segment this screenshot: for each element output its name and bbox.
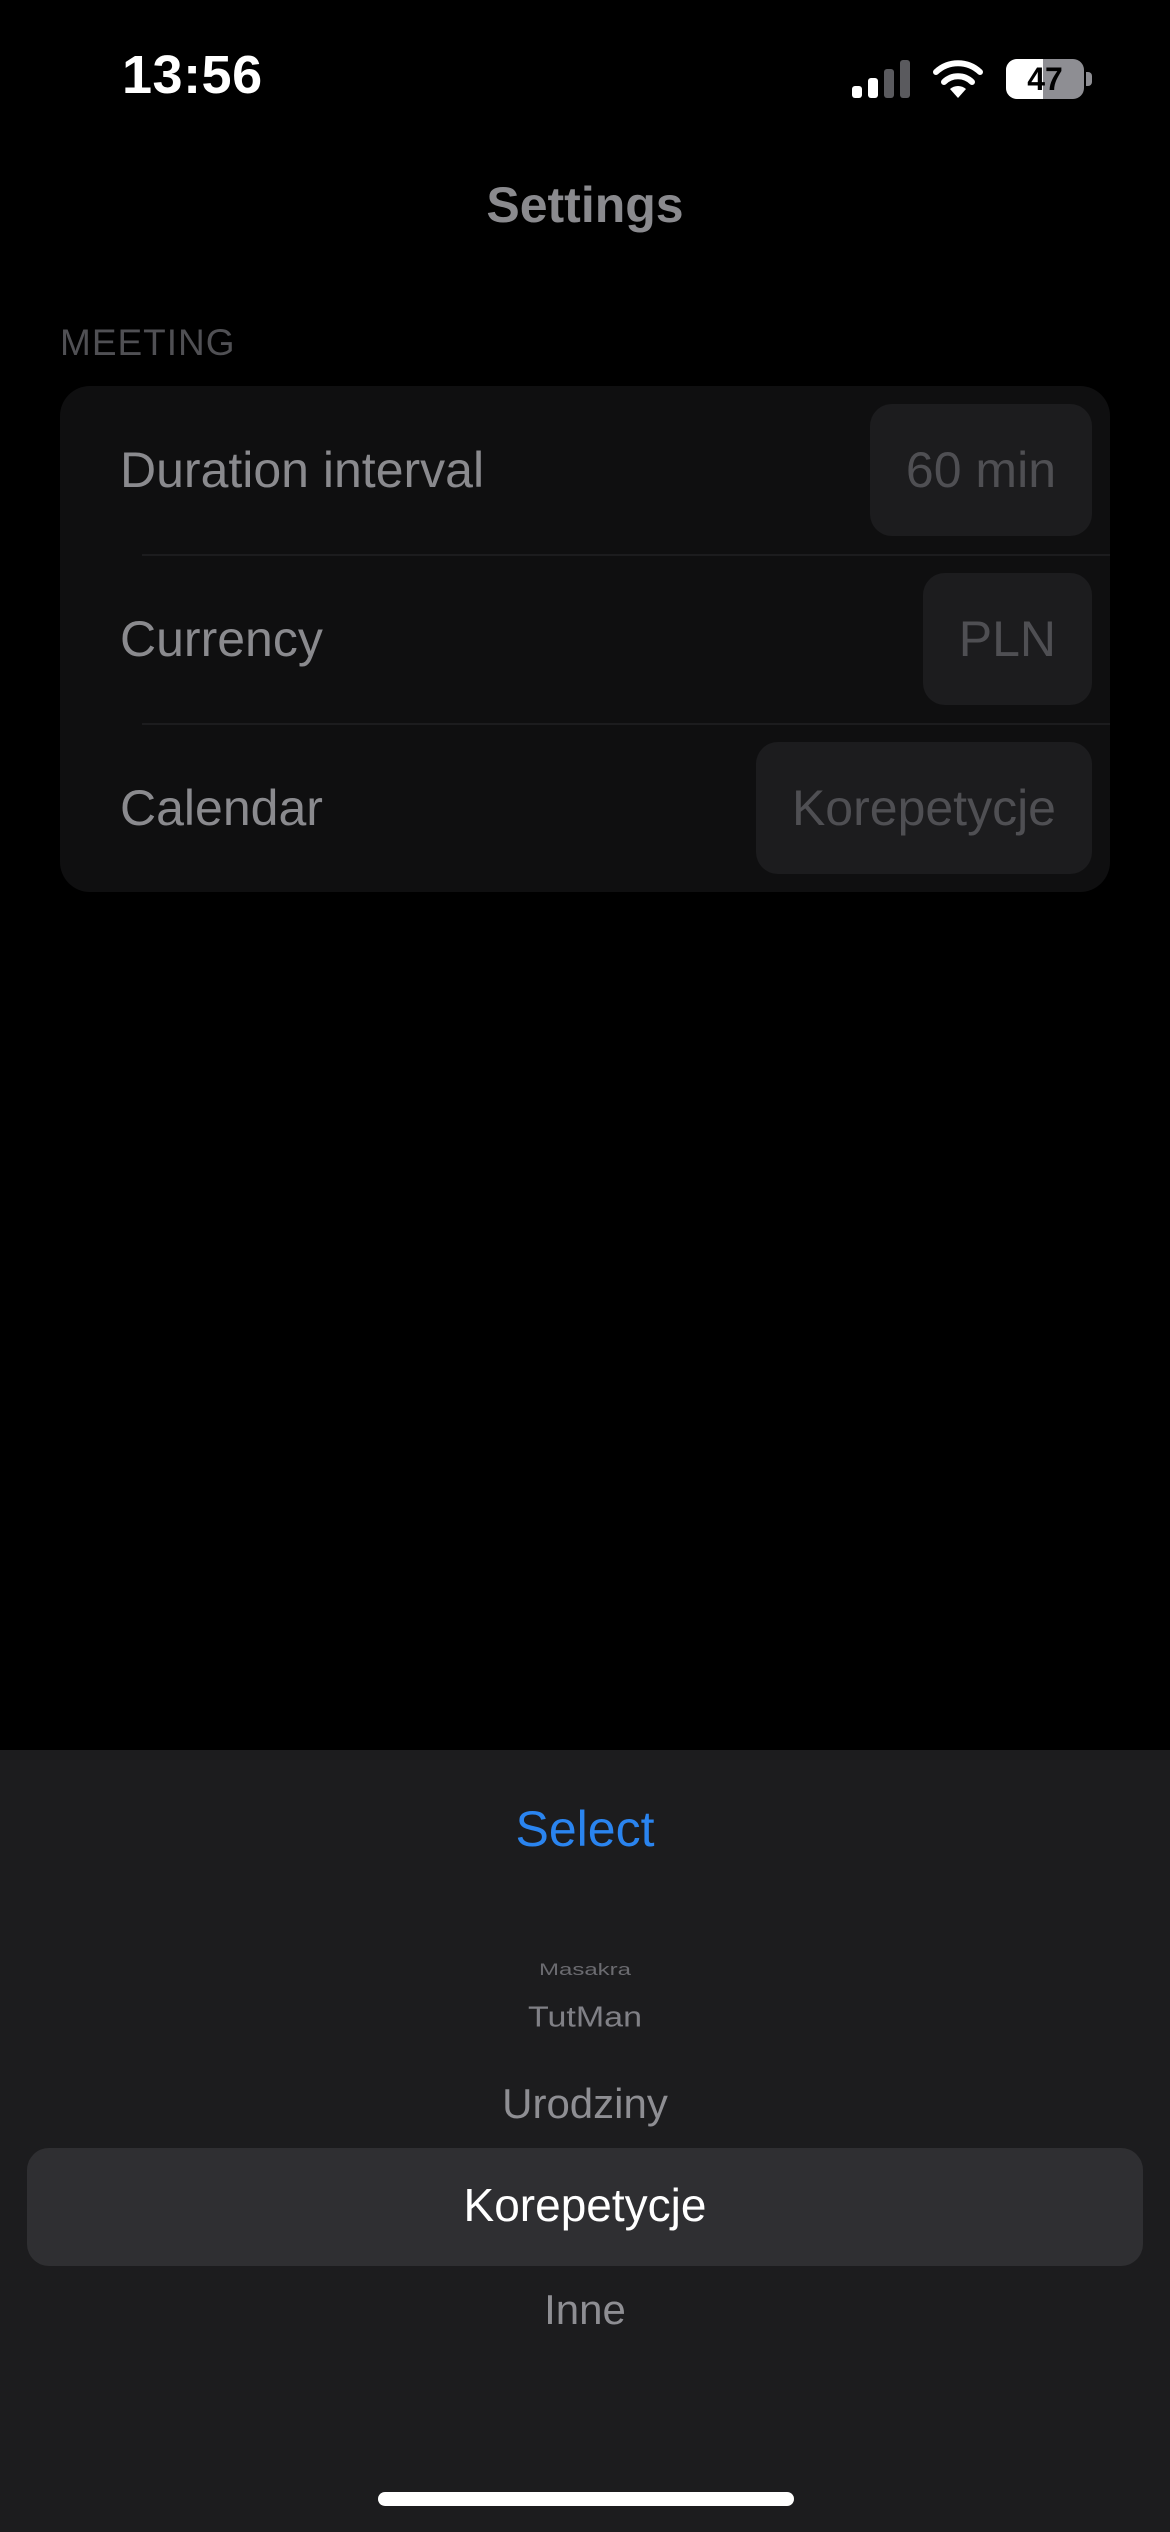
page-title: Settings [486,177,684,233]
currency-value[interactable]: PLN [922,573,1092,705]
meeting-settings-group: Duration interval 60 min Currency PLN Ca… [60,386,1110,892]
battery-cap [1086,72,1092,86]
picker-item[interactable]: Masakra [0,1960,1170,1980]
calendar-value[interactable]: Korepetycje [755,742,1092,874]
status-bar: 13:56 47 [0,0,1170,150]
picker-item[interactable]: Urodziny [0,2080,1170,2128]
picker-sheet: Select Masakra TutMan Urodziny Korepetyc… [0,1750,1170,2532]
picker-item[interactable]: TutMan [0,2001,1170,2034]
status-time: 13:56 [122,45,263,105]
status-icons: 47 [852,54,1092,104]
duration-interval-row[interactable]: Duration interval 60 min [60,386,1110,554]
signal-icon [852,60,910,98]
currency-row[interactable]: Currency PLN [60,555,1110,723]
home-indicator [378,2492,794,2506]
picker-item-selected[interactable]: Korepetycje [0,2178,1170,2232]
calendar-label: Calendar [120,780,323,836]
battery-icon: 47 [1006,59,1084,99]
select-button[interactable]: Select [0,1800,1170,1858]
battery-level: 47 [1027,60,1063,97]
currency-label: Currency [120,611,323,667]
duration-interval-label: Duration interval [120,442,485,498]
section-header-meeting: MEETING [60,322,236,363]
calendar-row[interactable]: Calendar Korepetycje [60,724,1110,892]
wifi-icon [933,60,983,98]
picker-item[interactable]: Inne [0,2286,1170,2334]
duration-interval-value[interactable]: 60 min [869,404,1092,536]
